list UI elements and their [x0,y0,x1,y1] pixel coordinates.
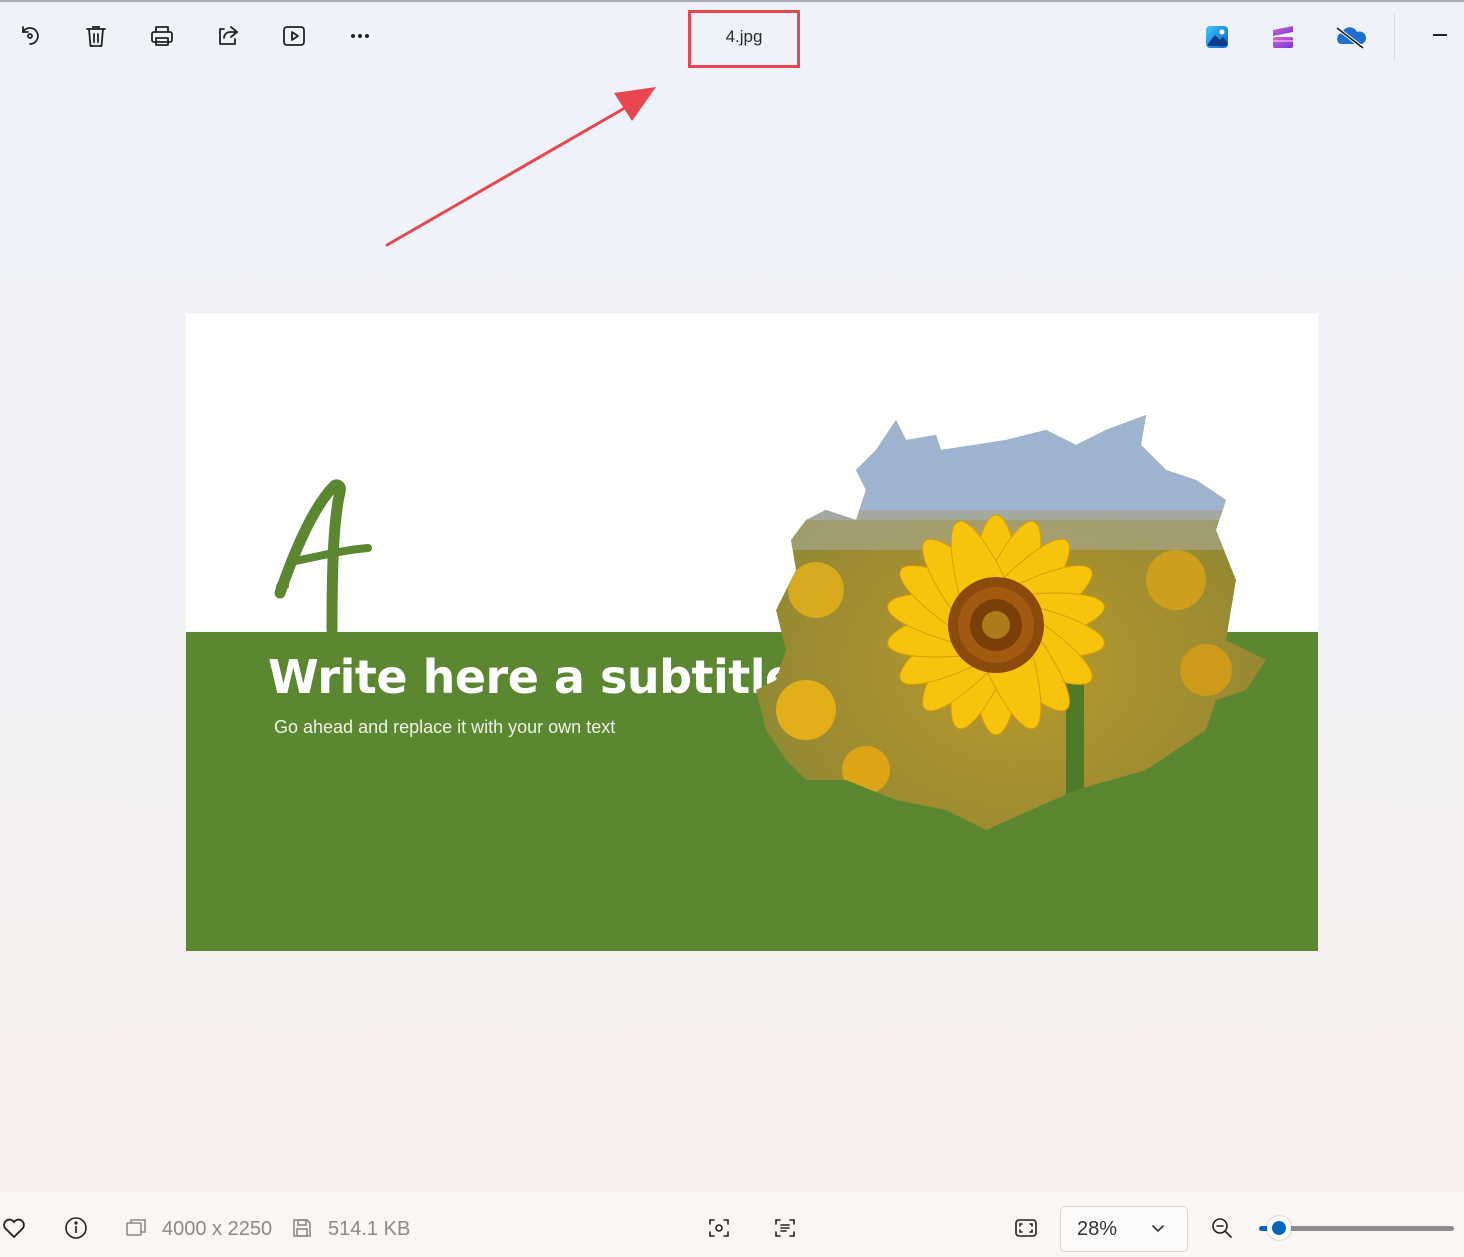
file-size: 514.1 KB [328,1218,411,1240]
slide-script-letter [274,479,372,636]
save-disk-icon [293,1219,311,1237]
visual-search-button[interactable] [705,1214,733,1242]
heart-icon [3,1218,25,1239]
image-dimensions: 4000 x 2250 [162,1218,273,1240]
file-name-label: 4.jpg [725,27,763,46]
delete-icon [86,26,106,47]
visual-search-icon [709,1219,729,1237]
zoom-out-button[interactable] [1208,1214,1236,1242]
dimensions-icon-wrap [122,1214,150,1242]
share-icon [219,26,238,45]
file-size-icon-wrap [288,1214,316,1242]
favorite-button[interactable] [0,1214,28,1242]
onedrive-icon[interactable] [1334,22,1368,52]
zoom-level-value: 28% [1077,1217,1118,1240]
zoom-level-dropdown[interactable]: 28% [1060,1206,1188,1252]
chevron-down-icon [1152,1225,1164,1233]
file-info-button[interactable] [62,1214,90,1242]
scan-text-button[interactable] [771,1214,799,1242]
zoom-slider-thumb[interactable] [1267,1216,1291,1240]
print-icon [151,26,173,46]
rotate-button[interactable] [12,18,48,54]
window-top-border [0,0,1464,2]
image-preview: Write here a subtitle Go ahead and repla… [186,314,1318,951]
minimize-button[interactable] [1426,20,1456,50]
image-dimensions-icon [126,1219,146,1236]
zoom-out-icon [1212,1218,1232,1238]
rotate-icon [22,26,39,45]
clipchamp-icon[interactable] [1268,22,1298,52]
sunflower-picture [756,415,1266,830]
fit-window-icon [1015,1219,1037,1237]
info-icon [65,1217,87,1239]
toolbar-separator [1394,14,1395,60]
slideshow-icon [283,26,305,46]
photos-app-icon[interactable] [1202,22,1232,52]
scan-text-icon [775,1219,795,1237]
file-name-title: 4.jpg [688,10,800,68]
slide-title: Write here a subtitle [268,650,796,704]
slideshow-button[interactable] [276,18,312,54]
more-icon [351,34,369,38]
print-button[interactable] [144,18,180,54]
more-options-button[interactable] [342,18,378,54]
share-button[interactable] [210,18,246,54]
slide-subtitle: Go ahead and replace it with your own te… [274,717,616,737]
fit-to-window-button[interactable] [1012,1214,1040,1242]
delete-button[interactable] [78,18,114,54]
